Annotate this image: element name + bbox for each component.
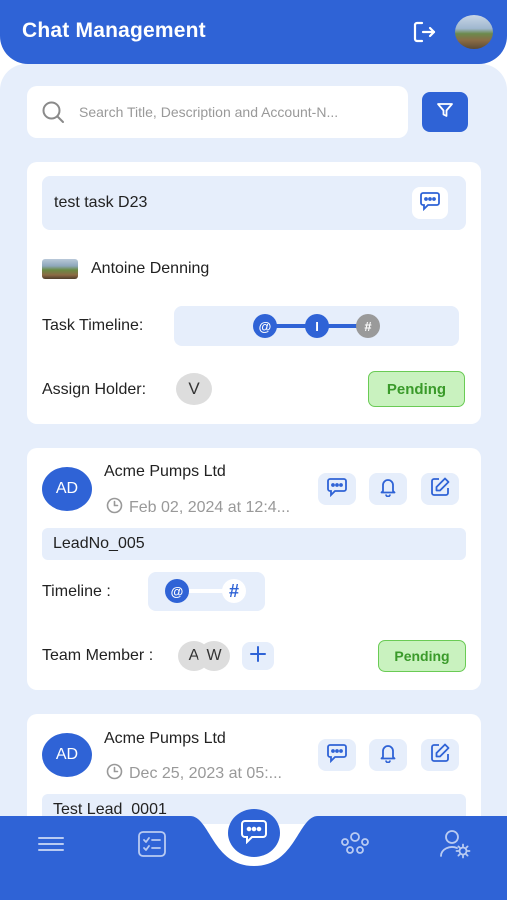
assign-holder-avatar[interactable]: V <box>176 373 212 405</box>
chat-icon <box>326 477 348 502</box>
timeline-node: # <box>356 314 380 338</box>
team-member-avatar[interactable]: W <box>198 641 230 671</box>
user-settings-icon[interactable] <box>437 826 473 862</box>
logout-icon[interactable] <box>410 18 438 46</box>
timeline-node: @ <box>165 579 189 603</box>
lead-timeline: @ # <box>148 572 265 611</box>
status-badge: Pending <box>368 371 465 407</box>
main-content: test task D23 Antoine Denning Task Timel… <box>0 64 507 824</box>
lead-date: Feb 02, 2024 at 12:4... <box>129 499 291 516</box>
lead-card[interactable]: AD Acme Pumps Ltd Dec 25, 2023 at 05:... <box>27 714 481 824</box>
bell-icon <box>378 477 398 502</box>
lead-chat-button[interactable] <box>318 739 356 771</box>
team-icon[interactable] <box>337 826 373 862</box>
timeline-label: Timeline : <box>42 583 111 600</box>
plus-icon <box>249 645 267 668</box>
lead-date: Dec 25, 2023 at 05:... <box>129 765 282 782</box>
status-badge: Pending <box>378 640 466 672</box>
chat-icon <box>326 743 348 768</box>
edit-icon <box>429 742 451 769</box>
chat-icon <box>419 191 441 216</box>
search-icon <box>41 100 65 124</box>
task-list-icon[interactable] <box>134 826 170 862</box>
timeline-node: I <box>305 314 329 338</box>
lead-number-box: LeadNo_005 <box>42 528 466 560</box>
company-name: Acme Pumps Ltd <box>104 463 226 480</box>
menu-icon[interactable] <box>33 826 69 862</box>
edit-icon <box>429 476 451 503</box>
task-card[interactable]: test task D23 Antoine Denning Task Timel… <box>27 162 481 424</box>
page-title: Chat Management <box>22 19 206 42</box>
avatar: AD <box>42 467 92 511</box>
search-bar <box>27 86 408 138</box>
lead-number: LeadNo_005 <box>53 535 145 552</box>
task-title: test task D23 <box>54 194 148 211</box>
team-member-label: Team Member : <box>42 647 154 664</box>
filter-icon <box>436 101 454 124</box>
clock-icon <box>106 763 123 785</box>
task-timeline: @ I # <box>174 306 459 346</box>
add-member-button[interactable] <box>242 642 274 670</box>
owner-avatar <box>42 259 78 279</box>
filter-button[interactable] <box>422 92 468 132</box>
timeline-node: @ <box>253 314 277 338</box>
app-header: Chat Management <box>0 0 507 64</box>
search-input[interactable] <box>79 86 397 138</box>
company-name: Acme Pumps Ltd <box>104 730 226 747</box>
bell-icon <box>378 743 398 768</box>
lead-edit-button[interactable] <box>421 473 459 505</box>
lead-card[interactable]: AD Acme Pumps Ltd Feb 02, 2024 at 12:4..… <box>27 448 481 690</box>
lead-edit-button[interactable] <box>421 739 459 771</box>
assign-holder-label: Assign Holder: <box>42 381 147 398</box>
timeline-node: # <box>222 579 246 603</box>
chat-icon <box>240 818 268 849</box>
task-title-box: test task D23 <box>42 176 466 230</box>
lead-notify-button[interactable] <box>369 473 407 505</box>
chat-nav-button[interactable] <box>228 809 280 857</box>
owner-name: Antoine Denning <box>91 260 210 277</box>
task-chat-button[interactable] <box>412 187 448 219</box>
clock-icon <box>106 497 123 519</box>
task-timeline-label: Task Timeline: <box>42 317 144 334</box>
lead-notify-button[interactable] <box>369 739 407 771</box>
profile-avatar[interactable] <box>455 15 493 49</box>
lead-chat-button[interactable] <box>318 473 356 505</box>
avatar: AD <box>42 733 92 777</box>
